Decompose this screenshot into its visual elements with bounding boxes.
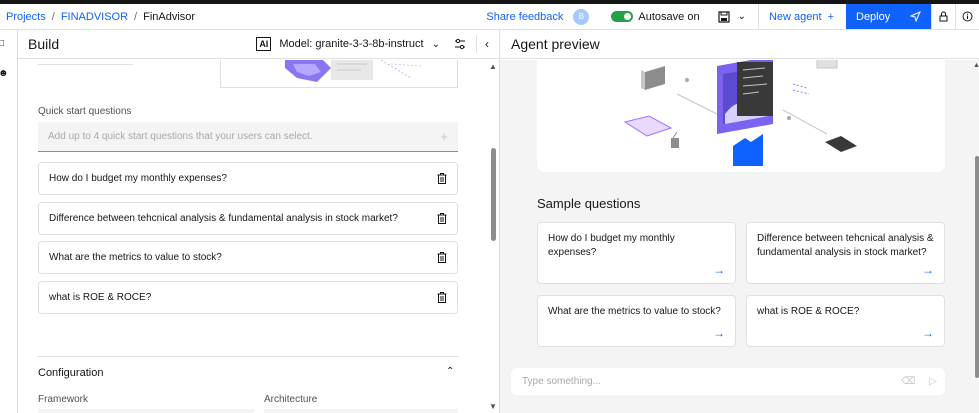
model-selector[interactable]: Model: granite-3-3-8b-instruct — [279, 38, 423, 50]
arrow-right-icon: → — [922, 326, 934, 340]
new-agent-label: New agent — [768, 10, 822, 23]
left-rail: □ ☻ — [0, 30, 18, 413]
quick-start-item-text: what is ROE & ROCE? — [49, 292, 152, 303]
autosave-toggle[interactable] — [611, 11, 634, 22]
preview-title: Agent preview — [511, 36, 600, 52]
sample-question-card[interactable]: what is ROE & ROCE? → — [746, 295, 945, 347]
scroll-up-icon[interactable]: ▲ — [489, 62, 497, 71]
hidden-tabs — [38, 60, 133, 65]
trash-icon[interactable] — [437, 292, 447, 303]
plus-icon: + — [827, 10, 834, 23]
quick-start-item[interactable]: How do I budget my monthly expenses? — [38, 162, 458, 195]
scroll-up-icon[interactable]: ▲ — [973, 62, 979, 69]
chevron-down-icon[interactable]: ⌄ — [432, 39, 440, 50]
arrow-right-icon: → — [713, 263, 725, 277]
user-icon[interactable]: ☻ — [0, 68, 9, 79]
ai-badge: AI — [256, 37, 272, 51]
new-agent-button[interactable]: New agent + — [759, 4, 846, 29]
configuration-title[interactable]: Configuration — [38, 367, 103, 379]
chevron-up-icon[interactable]: ⌃ — [446, 366, 454, 377]
scrollbar-thumb[interactable] — [491, 148, 496, 241]
build-panel: Quick start questions Add up to 4 quick … — [18, 60, 486, 413]
breadcrumb-projects-link[interactable]: Projects — [6, 11, 46, 23]
breadcrumb-separator: / — [51, 10, 55, 23]
chevron-down-icon[interactable]: ⌄ — [738, 11, 746, 22]
grid-icon[interactable]: □ — [0, 38, 4, 49]
deploy-label: Deploy — [856, 10, 891, 23]
breadcrumb: Projects / FINADVISOR / FinAdvisor — [0, 11, 195, 23]
chat-input[interactable]: Type something... ⌫ ▷ — [511, 368, 945, 395]
scrollbar-thumb[interactable] — [975, 156, 979, 378]
sample-questions-title: Sample questions — [537, 196, 641, 211]
avatar[interactable]: B — [573, 8, 590, 25]
quick-start-input[interactable]: Add up to 4 quick start questions that y… — [38, 122, 458, 152]
sample-question-card[interactable]: What are the metrics to value to stock? … — [537, 295, 736, 347]
sample-question-card[interactable]: How do I budget my monthly expenses? → — [537, 222, 736, 284]
quick-start-item-text: What are the metrics to value to stock? — [49, 252, 222, 263]
info-icon[interactable] — [955, 4, 979, 29]
top-bar-actions: Share feedback B Autosave on ⌄ New agent… — [486, 4, 979, 29]
arrow-right-icon: → — [922, 263, 934, 277]
chat-input-placeholder: Type something... — [522, 376, 601, 387]
sample-question-text: How do I budget my monthly expenses? — [548, 233, 675, 258]
lock-icon[interactable] — [931, 4, 955, 29]
add-question-icon[interactable]: + — [440, 129, 448, 144]
scroll-down-icon[interactable]: ▼ — [489, 402, 497, 411]
deploy-button[interactable]: Deploy — [846, 4, 931, 29]
chevron-left-icon[interactable]: ‹ — [485, 37, 489, 51]
architecture-label: Architecture — [264, 394, 318, 405]
breadcrumb-current: FinAdvisor — [143, 10, 196, 23]
section-divider — [38, 356, 458, 357]
quick-start-label: Quick start questions — [38, 106, 132, 117]
breadcrumb-separator: / — [134, 10, 138, 23]
framework-select[interactable] — [38, 409, 254, 413]
quick-start-item[interactable]: What are the metrics to value to stock? — [38, 241, 458, 274]
breadcrumb-project-link[interactable]: FINADVISOR — [61, 11, 128, 23]
sample-question-text: What are the metrics to value to stock? — [548, 306, 721, 317]
quick-start-item[interactable]: what is ROE & ROCE? — [38, 281, 458, 314]
build-title: Build — [28, 36, 60, 52]
quick-start-item[interactable]: Difference between tehcnical analysis & … — [38, 202, 458, 235]
quick-start-item-text: Difference between tehcnical analysis & … — [49, 213, 398, 224]
sample-question-card[interactable]: Difference between tehcnical analysis & … — [746, 222, 945, 284]
autosave-label: Autosave on — [638, 10, 700, 23]
quick-start-placeholder: Add up to 4 quick start questions that y… — [48, 131, 313, 142]
sample-question-text: what is ROE & ROCE? — [757, 306, 860, 317]
trash-icon[interactable] — [437, 213, 447, 224]
arrow-right-icon: → — [713, 326, 725, 340]
agent-image-preview — [220, 60, 458, 88]
top-bar: Projects / FINADVISOR / FinAdvisor Share… — [0, 4, 979, 30]
save-icon[interactable] — [717, 10, 730, 23]
settings-sliders-icon[interactable] — [454, 38, 466, 50]
send-icon — [910, 11, 921, 22]
quick-start-item-text: How do I budget my monthly expenses? — [49, 173, 227, 184]
clear-icon[interactable]: ⌫ — [901, 376, 915, 387]
sample-question-text: Difference between tehcnical analysis & … — [757, 233, 934, 258]
build-header: Build AI Model: granite-3-3-8b-instruct … — [18, 30, 499, 59]
architecture-select[interactable] — [264, 409, 458, 413]
agent-preview-panel: Sample questions How do I budget my mont… — [500, 60, 979, 413]
framework-label: Framework — [38, 394, 89, 405]
send-icon[interactable]: ▷ — [929, 376, 937, 387]
preview-header: Agent preview — [500, 30, 979, 59]
divider — [476, 35, 477, 53]
share-feedback-link[interactable]: Share feedback — [486, 11, 563, 23]
hero-illustration — [537, 60, 945, 172]
preview-scrollbar[interactable]: ▲ — [973, 60, 979, 413]
trash-icon[interactable] — [437, 173, 447, 184]
trash-icon[interactable] — [437, 252, 447, 263]
